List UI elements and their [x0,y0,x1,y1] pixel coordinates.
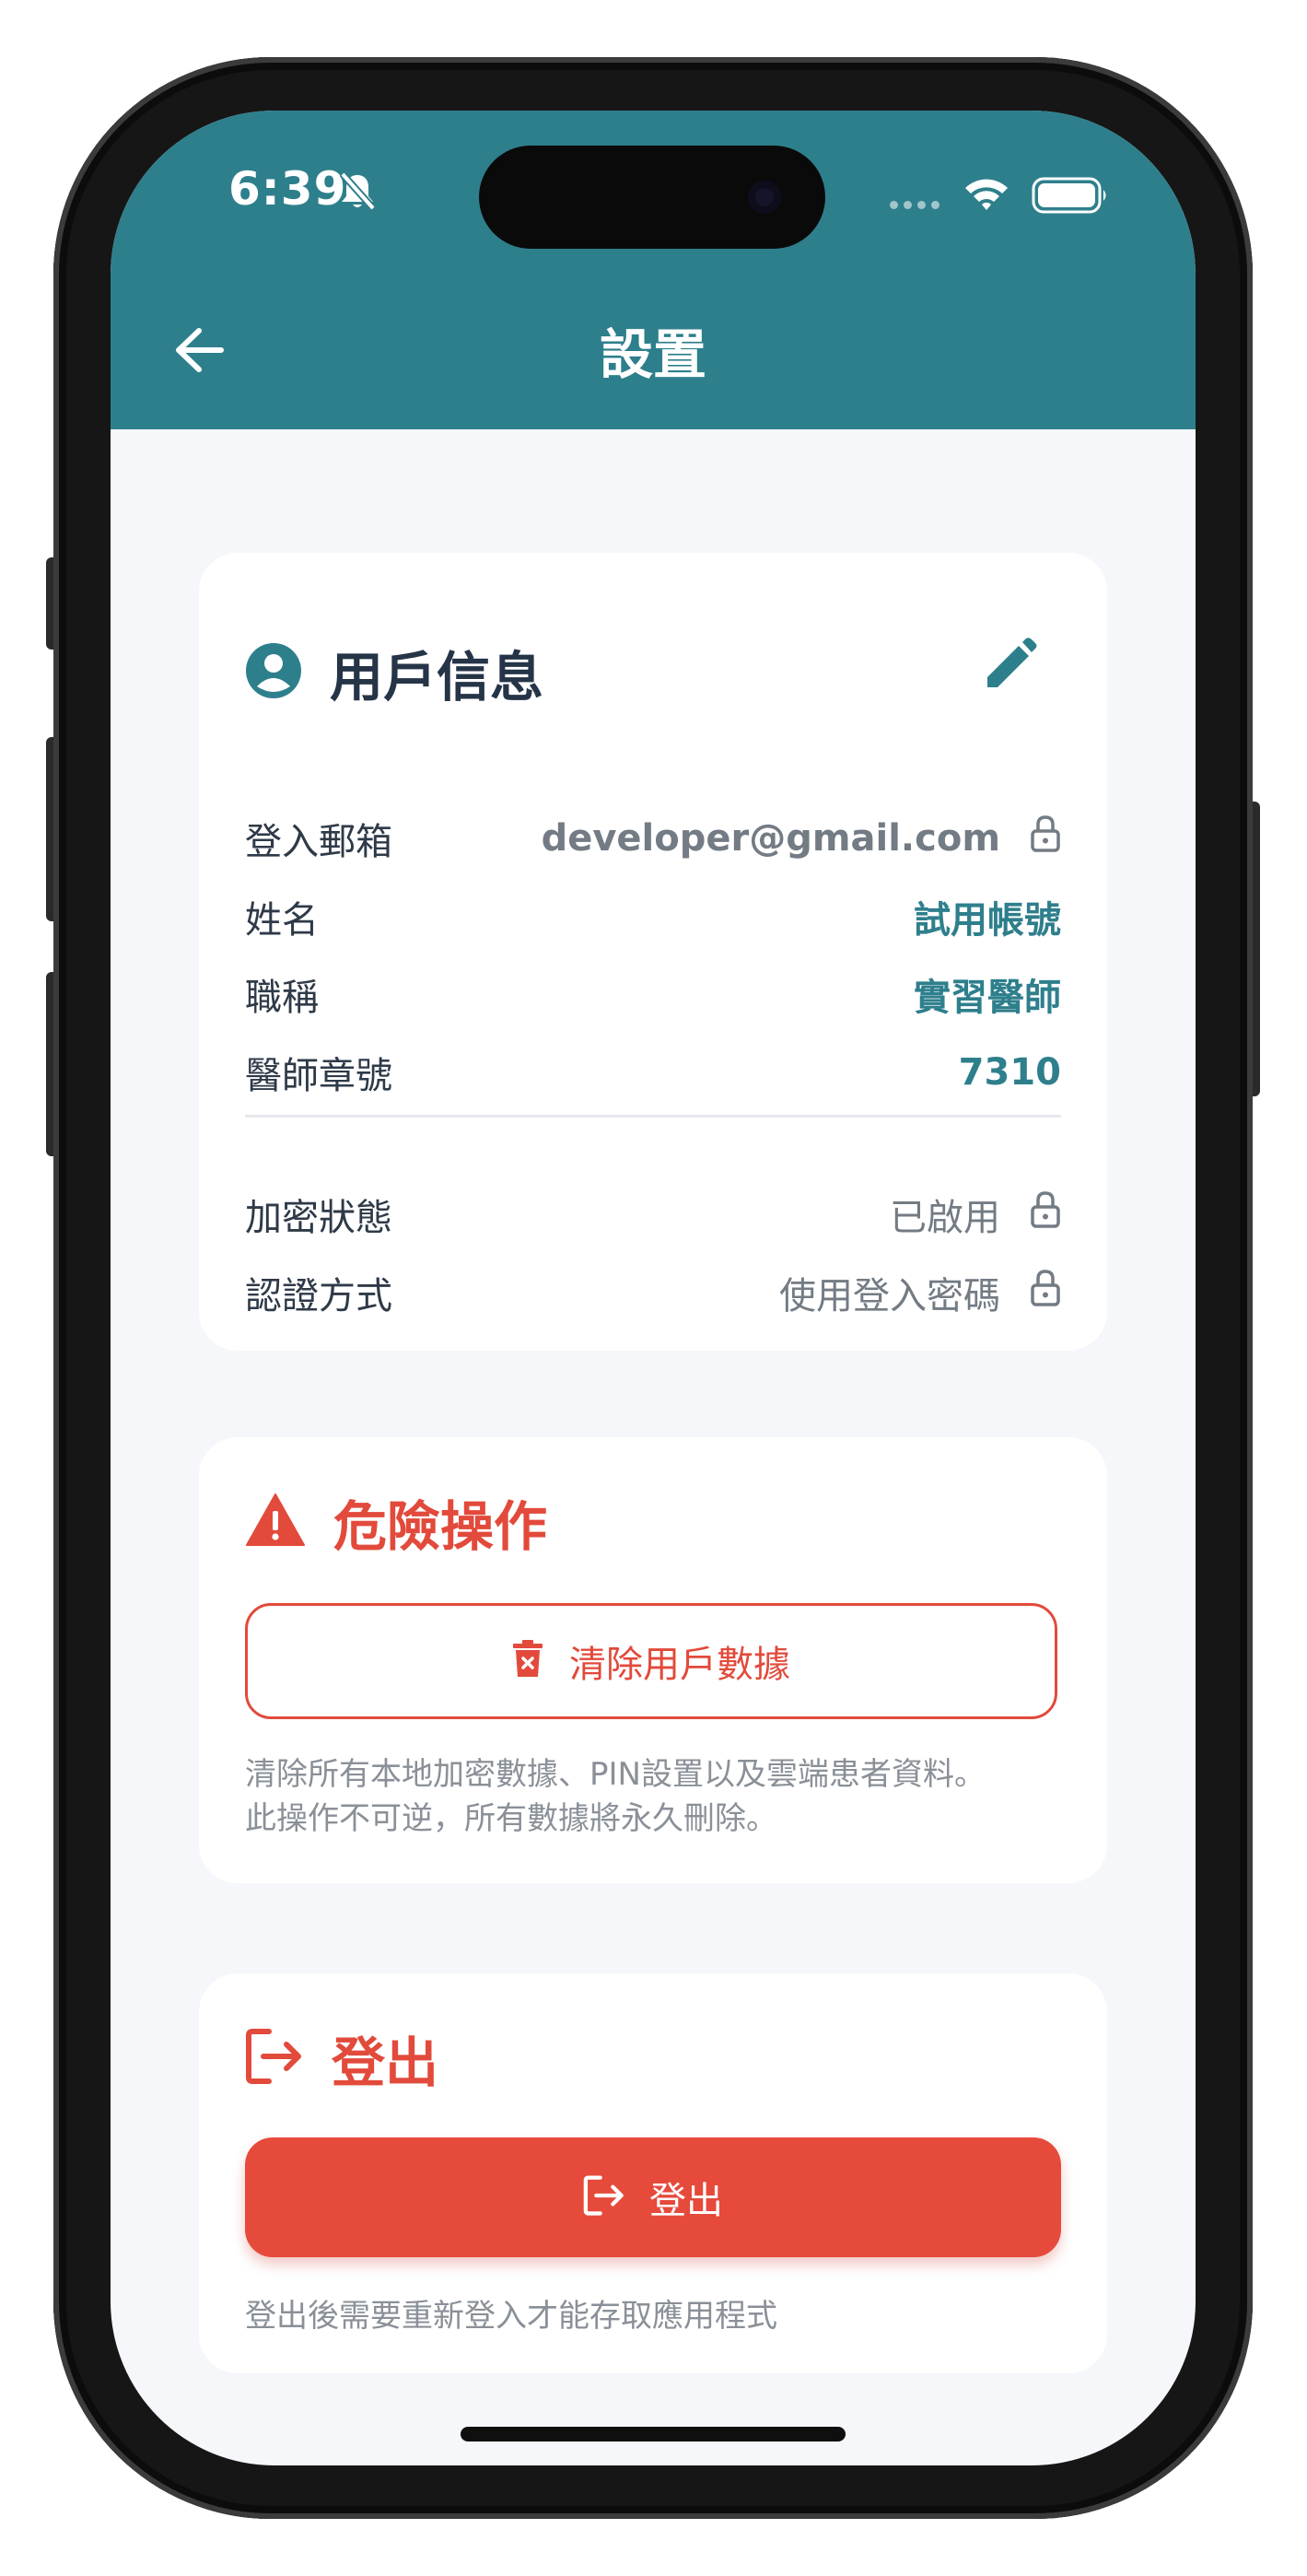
license-value: 7310 [958,1051,1061,1094]
home-indicator[interactable] [461,2427,846,2441]
screen: 6:39 設置 用戶信息 登入郵箱 developer@gmail.com 姓名… [111,111,1196,2465]
trash-icon [512,1640,543,1682]
clear-data-label: 清除用戶數據 [569,1644,790,1686]
lock-icon [1030,814,1061,862]
auth-value: 使用登入密碼 [779,1275,1000,1317]
row-encryption: 加密狀態 已啟用 [245,1187,1061,1242]
logout-icon [245,2028,304,2089]
logout-button[interactable]: 登出 [245,2137,1061,2257]
phone-frame: 6:39 設置 用戶信息 登入郵箱 developer@gmail.com 姓名… [53,57,1253,2519]
lock-icon [1030,1269,1061,1317]
danger-header: 危險操作 [245,1483,547,1561]
encryption-value-group: 已啟用 [890,1188,1061,1241]
logout-card: 登出 登出 登出後需要重新登入才能存取應用程式 [199,1973,1107,2373]
page-title: 設置 [599,323,706,386]
license-label: 醫師章號 [245,1055,392,1097]
logout-header: 登出 [245,2020,438,2097]
encryption-value: 已啟用 [890,1197,1000,1239]
status-time: 6:39 [228,162,347,216]
bell-slash-icon [339,171,376,216]
email-label: 登入郵箱 [245,821,392,863]
danger-note-line1: 清除所有本地加密數據、PIN設置以及雲端患者資料。 [245,1756,986,1793]
warning-triangle-icon [245,1493,306,1551]
camera-lens [748,181,781,214]
danger-note: 清除所有本地加密數據、PIN設置以及雲端患者資料。 此操作不可逆，所有數據將永久… [245,1752,1070,1841]
row-auth: 認證方式 使用登入密碼 [245,1265,1061,1320]
name-label: 姓名 [245,899,319,942]
user-info-card: 用戶信息 登入郵箱 developer@gmail.com 姓名 試用帳號 職稱… [199,553,1107,1351]
user-circle-icon [245,642,302,703]
logout-icon [583,2174,625,2220]
row-license: 醫師章號 7310 [245,1045,1061,1100]
job-title-value: 實習醫師 [914,977,1061,1019]
danger-title: 危險操作 [333,1495,548,1558]
user-info-header: 用戶信息 [245,634,543,711]
edit-button[interactable] [978,634,1043,698]
row-title: 職稱 實習醫師 [245,966,1061,1022]
danger-note-line2: 此操作不可逆，所有數據將永久刪除。 [245,1800,777,1837]
battery-icon [1032,177,1109,217]
name-value: 試用帳號 [914,899,1061,942]
clear-data-button[interactable]: 清除用戶數據 [245,1603,1057,1719]
email-value-group: developer@gmail.com [542,814,1061,862]
email-value: developer@gmail.com [541,817,1000,860]
auth-label: 認證方式 [245,1275,392,1317]
dynamic-island [479,146,825,249]
logout-button-label: 登出 [649,2180,723,2222]
row-name: 姓名 試用帳號 [245,889,1061,944]
danger-card: 危險操作 清除用戶數據 清除所有本地加密數據、PIN設置以及雲端患者資料。 此操… [199,1437,1107,1883]
divider [245,1115,1061,1118]
lock-icon [1030,1190,1061,1238]
app-header: 6:39 設置 [111,111,1196,429]
encryption-label: 加密狀態 [245,1197,392,1239]
signal-icon [890,195,945,213]
pencil-icon [984,638,1037,695]
logout-note: 登出後需要重新登入才能存取應用程式 [245,2298,777,2335]
logout-title: 登出 [332,2032,439,2094]
job-title-label: 職稱 [245,977,319,1019]
row-email: 登入郵箱 developer@gmail.com [245,811,1061,866]
user-info-title: 用戶信息 [330,646,544,708]
wifi-icon [962,175,1011,216]
auth-value-group: 使用登入密碼 [779,1266,1061,1319]
